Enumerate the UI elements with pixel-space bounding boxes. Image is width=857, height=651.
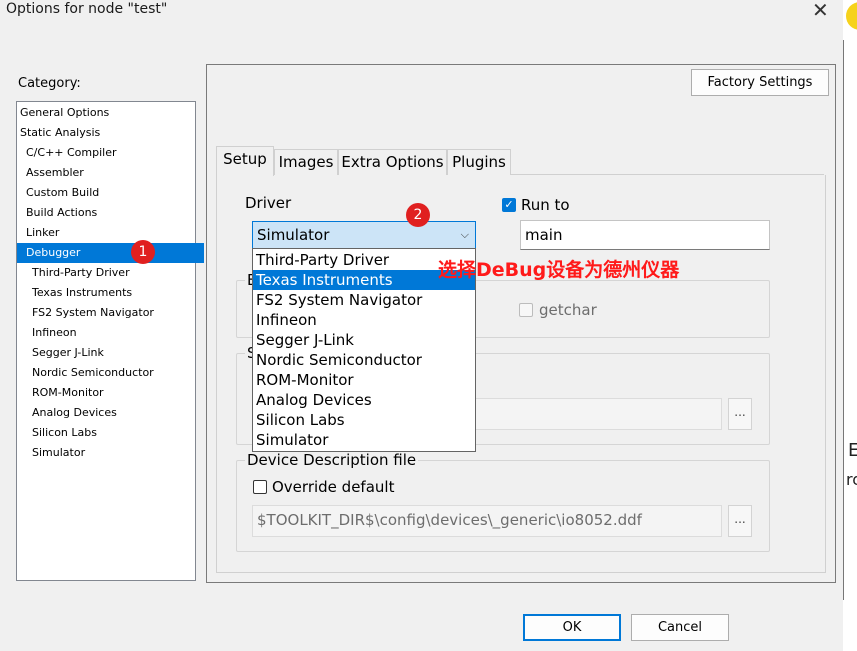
category-label: Category: [18, 76, 81, 91]
driver-option-silicon-labs[interactable]: Silicon Labs [253, 410, 475, 430]
category-item-c-compiler[interactable]: C/C++ Compiler [17, 143, 204, 163]
tab-setup[interactable]: Setup [216, 146, 274, 176]
category-item-simulator[interactable]: Simulator [17, 443, 210, 463]
annotation-badge-2: 2 [406, 203, 430, 227]
category-item-build-actions[interactable]: Build Actions [17, 203, 204, 223]
getchar-label: getchar [539, 301, 597, 319]
driver-label: Driver [245, 194, 292, 212]
driver-select[interactable]: Simulator ⌵ [252, 221, 476, 249]
device-description-browse-button[interactable]: ... [728, 505, 752, 537]
override-default-label: Override default [272, 478, 395, 496]
tab-images[interactable]: Images [274, 149, 338, 175]
annotation-note: 选择DeBug设备为德州仪器 [438, 259, 680, 281]
background-window [843, 0, 857, 651]
window-edge [843, 40, 844, 600]
category-item-custom-build[interactable]: Custom Build [17, 183, 204, 203]
category-item-third-party-driver[interactable]: Third-Party Driver [17, 263, 210, 283]
driver-option-nordic-semiconductor[interactable]: Nordic Semiconductor [253, 350, 475, 370]
chevron-down-icon: ⌵ [460, 228, 469, 241]
category-item-general-options[interactable]: General Options [17, 103, 198, 123]
window-title: Options for node "test" [6, 1, 168, 17]
category-item-silicon-labs[interactable]: Silicon Labs [17, 423, 210, 443]
category-item-fs2-system-navigator[interactable]: FS2 System Navigator [17, 303, 210, 323]
category-item-linker[interactable]: Linker [17, 223, 204, 243]
tab-extra-options[interactable]: Extra Options [338, 149, 447, 175]
close-icon[interactable]: ✕ [812, 0, 829, 22]
driver-select-value: Simulator [257, 226, 330, 244]
run-to-label: Run to [521, 196, 570, 214]
driver-option-rom-monitor[interactable]: ROM-Monitor [253, 370, 475, 390]
driver-option-fs2-system-navigator[interactable]: FS2 System Navigator [253, 290, 475, 310]
cancel-button[interactable]: Cancel [631, 614, 729, 641]
driver-option-analog-devices[interactable]: Analog Devices [253, 390, 475, 410]
factory-settings-button[interactable]: Factory Settings [691, 69, 829, 96]
background-text-fragment: ro [846, 470, 857, 489]
category-item-nordic-semiconductor[interactable]: Nordic Semiconductor [17, 363, 210, 383]
run-to-input[interactable]: main [520, 220, 770, 250]
getchar-checkbox[interactable] [519, 303, 533, 317]
category-item-assembler[interactable]: Assembler [17, 163, 204, 183]
category-item-analog-devices[interactable]: Analog Devices [17, 403, 210, 423]
category-item-static-analysis[interactable]: Static Analysis [17, 123, 198, 143]
driver-option-segger-jlink[interactable]: Segger J-Link [253, 330, 475, 350]
category-item-debugger[interactable]: Debugger [17, 243, 204, 263]
category-item-texas-instruments[interactable]: Texas Instruments [17, 283, 210, 303]
tab-plugins[interactable]: Plugins [447, 149, 511, 175]
category-item-rom-monitor[interactable]: ROM-Monitor [17, 383, 210, 403]
driver-option-infineon[interactable]: Infineon [253, 310, 475, 330]
category-list[interactable]: General Options Static Analysis C/C++ Co… [16, 101, 204, 581]
override-default-checkbox[interactable] [253, 480, 267, 494]
run-to-checkbox[interactable]: ✓ [502, 198, 516, 212]
category-item-segger-jlink[interactable]: Segger J-Link [17, 343, 210, 363]
ok-button[interactable]: OK [523, 614, 621, 641]
background-text-fragment: E [848, 440, 857, 461]
device-description-path-input[interactable]: $TOOLKIT_DIR$\config\devices\_generic\io… [252, 505, 722, 537]
setup-macros-browse-button[interactable]: ... [728, 398, 752, 430]
driver-option-simulator[interactable]: Simulator [253, 430, 475, 450]
device-description-label: Device Description file [245, 451, 419, 469]
category-item-infineon[interactable]: Infineon [17, 323, 210, 343]
annotation-badge-1: 1 [131, 240, 155, 264]
